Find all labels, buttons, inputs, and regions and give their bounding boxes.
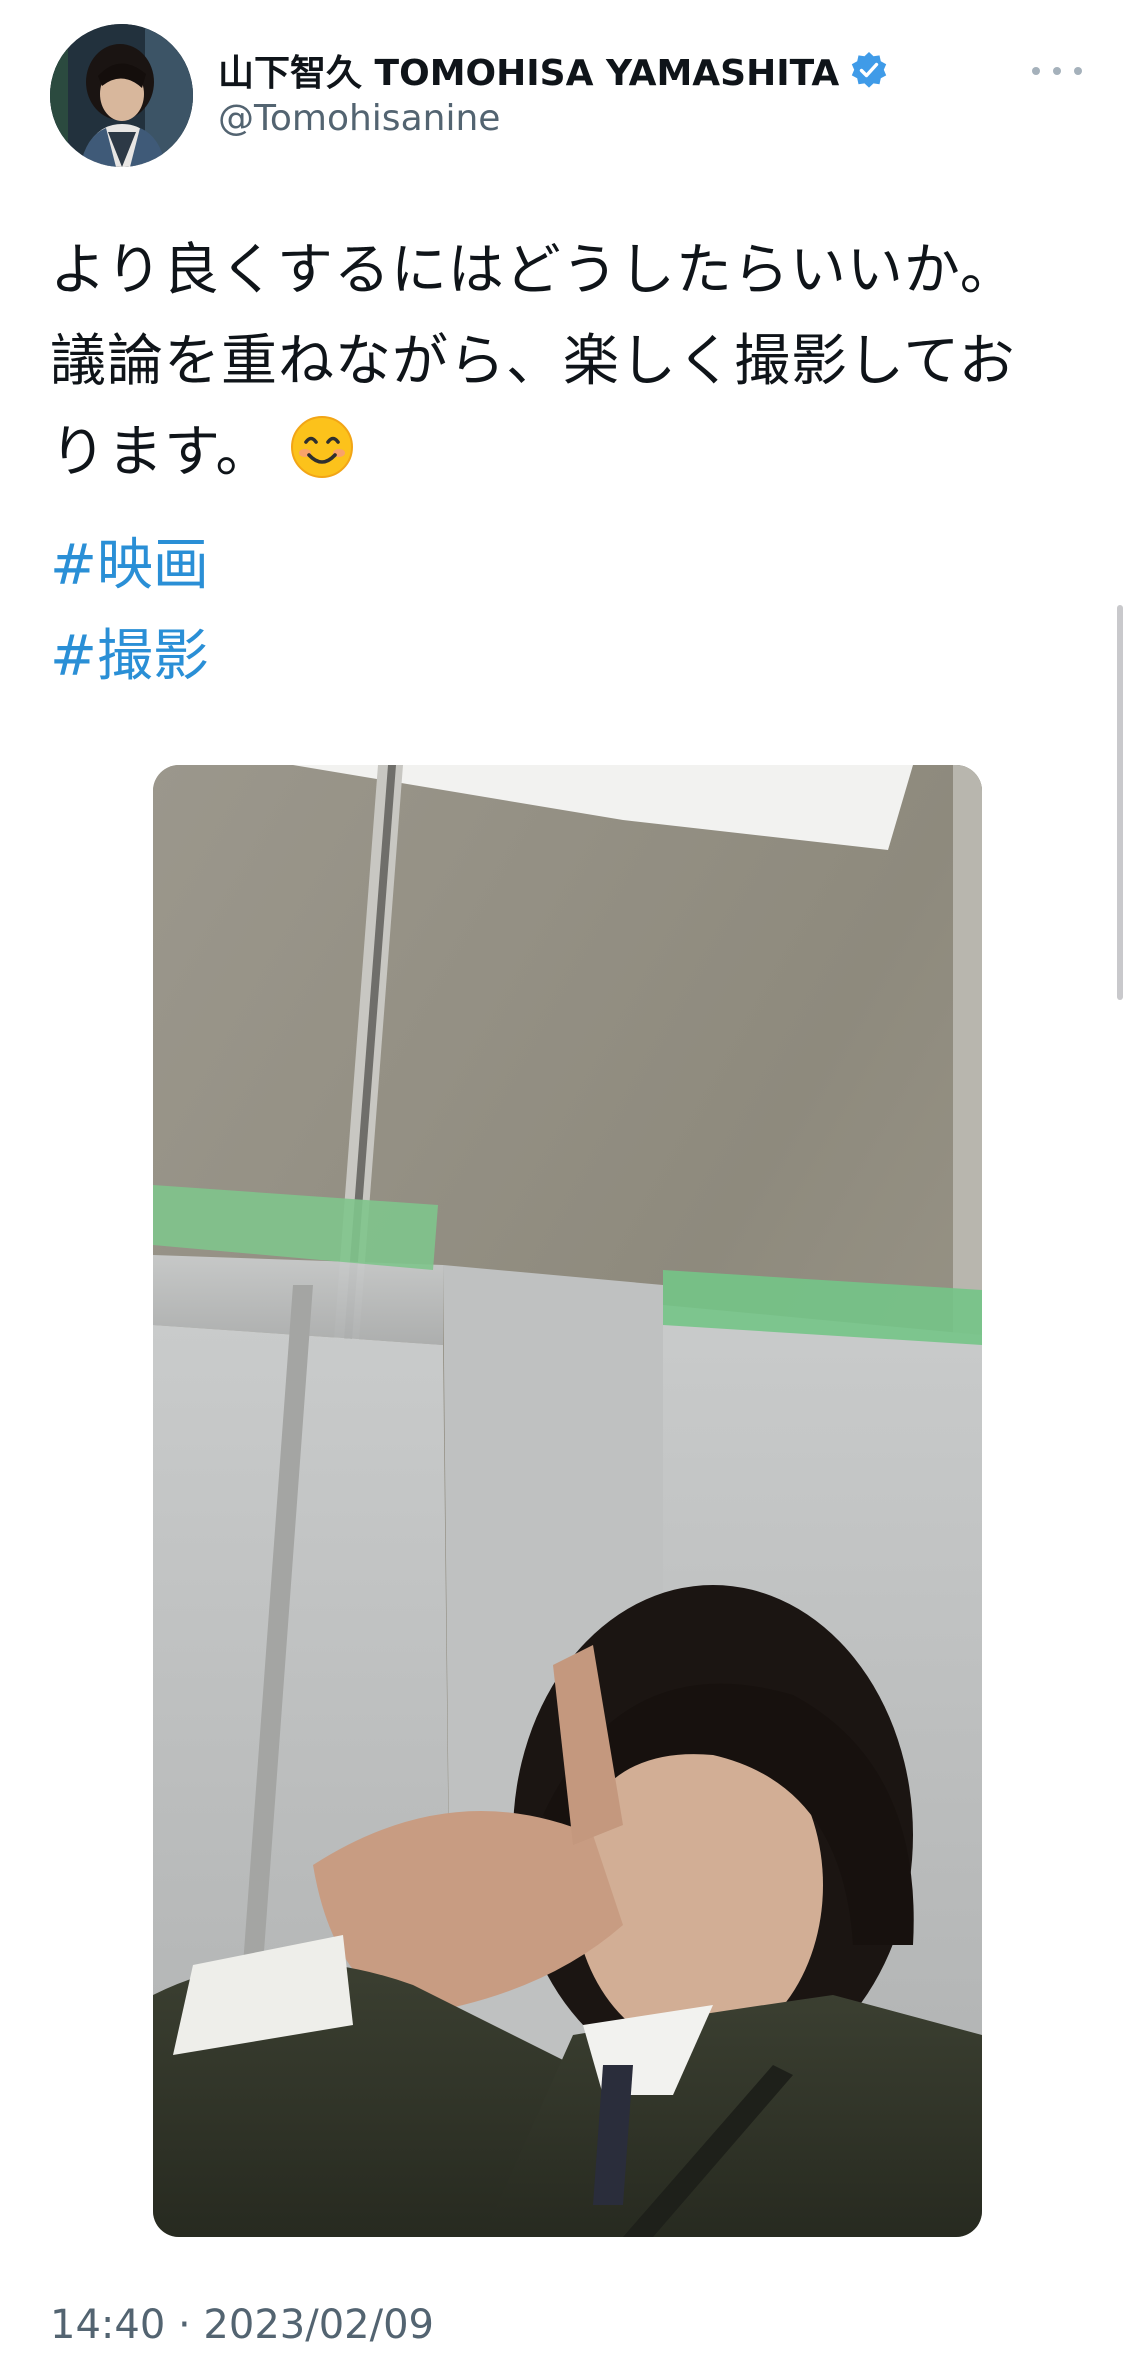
photo-image	[153, 765, 982, 2237]
tweet-photo[interactable]	[153, 765, 982, 2237]
hashtag-link-filming[interactable]: #撮影	[50, 611, 209, 702]
more-horizontal-icon[interactable]	[1032, 56, 1082, 86]
more-dot	[1074, 67, 1082, 75]
tweet-text-fragment: ります。	[50, 420, 273, 485]
tweet-text-line: 議論を重ねながら、楽しく撮影してお	[50, 329, 1016, 394]
hashtag-list: #映画 #撮影	[50, 520, 209, 702]
author-handle[interactable]: @Tomohisanine	[218, 98, 500, 139]
tweet-text-line-last: ります。	[50, 407, 1090, 498]
more-dot	[1053, 67, 1061, 75]
tweet-timestamp[interactable]: 14:40 · 2023/02/09	[50, 2302, 434, 2348]
smiling-face-icon	[291, 416, 354, 478]
avatar-image	[50, 24, 193, 167]
tweet-text: より良くするにはどうしたらいいか。 議論を重ねながら、楽しく撮影してお ります。	[50, 225, 1090, 498]
tweet-header: 山下智久 TOMOHISA YAMASHITA @Tomohisanine	[0, 0, 1125, 170]
author-avatar[interactable]	[50, 24, 193, 167]
author-name-row: 山下智久 TOMOHISA YAMASHITA	[218, 44, 889, 96]
scrollbar-thumb[interactable]	[1117, 605, 1123, 1000]
hashtag-link-movie[interactable]: #映画	[50, 520, 209, 611]
verified-badge-icon	[852, 52, 887, 88]
more-dot	[1032, 67, 1040, 75]
author-display-name[interactable]: 山下智久 TOMOHISA YAMASHITA	[218, 44, 839, 96]
tweet-text-line: より良くするにはどうしたらいいか。	[50, 238, 1017, 303]
